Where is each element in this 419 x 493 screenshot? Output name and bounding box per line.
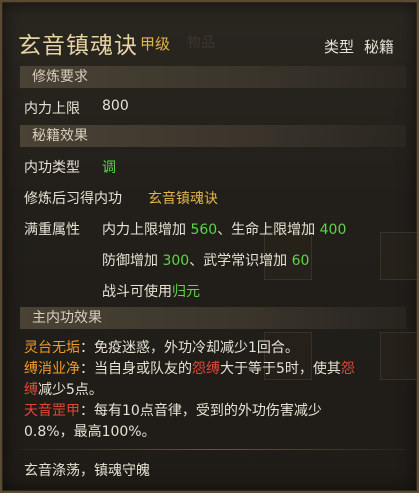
full-attr-label: 满重属性 [24, 222, 80, 238]
requirement-value: 800 [102, 98, 129, 114]
effect-line-3-cont: 0.8%，最高100%。 [24, 424, 156, 440]
section-requirements: 修炼要求 [20, 66, 406, 88]
flavor-text: 玄音涤荡，镇魂守魄 [24, 463, 150, 479]
section-effects: 秘籍效果 [20, 125, 406, 147]
bg-inventory-slot [380, 232, 417, 280]
full-attr-line-3: 战斗可使用归元 [102, 284, 200, 300]
full-attr-line-2: 防御增加 300、武学常识增加 60 [102, 253, 310, 269]
effect-line-2-cont: 缚减少5点。 [24, 382, 103, 398]
learn-value: 玄音镇魂诀 [148, 191, 218, 207]
section-main-effects: 主内功效果 [20, 307, 406, 329]
requirement-label: 内力上限 [24, 101, 80, 117]
item-type-label: 类型 [324, 38, 355, 56]
skill-book-tooltip: 物品 玄音镇魂诀 甲级 类型 秘籍 修炼要求 内力上限 800 秘籍效果 内功类… [0, 0, 419, 493]
item-title: 玄音镇魂诀 [18, 33, 138, 59]
full-attr-line-1: 内力上限增加 560、生命上限增加 400 [102, 222, 347, 238]
divider [20, 449, 406, 450]
learn-label: 修炼后习得内功 [24, 191, 122, 207]
effect-line-3: 天音罡甲：每有10点音律，受到的外功伤害减少 [24, 403, 322, 419]
bg-tab-label: 物品 [187, 35, 215, 51]
bg-inventory-slot [380, 332, 417, 380]
item-grade: 甲级 [140, 35, 171, 53]
effect-line-1: 灵台无垢：免疫迷惑，外功冷却减少1回合。 [24, 340, 299, 356]
item-type-value: 秘籍 [364, 38, 395, 56]
neigong-type-label: 内功类型 [24, 160, 80, 176]
effect-line-2: 缚消业净：当自身或队友的怨缚大于等于5时，使其怨 [24, 361, 355, 377]
neigong-type-value: 调 [102, 160, 116, 176]
